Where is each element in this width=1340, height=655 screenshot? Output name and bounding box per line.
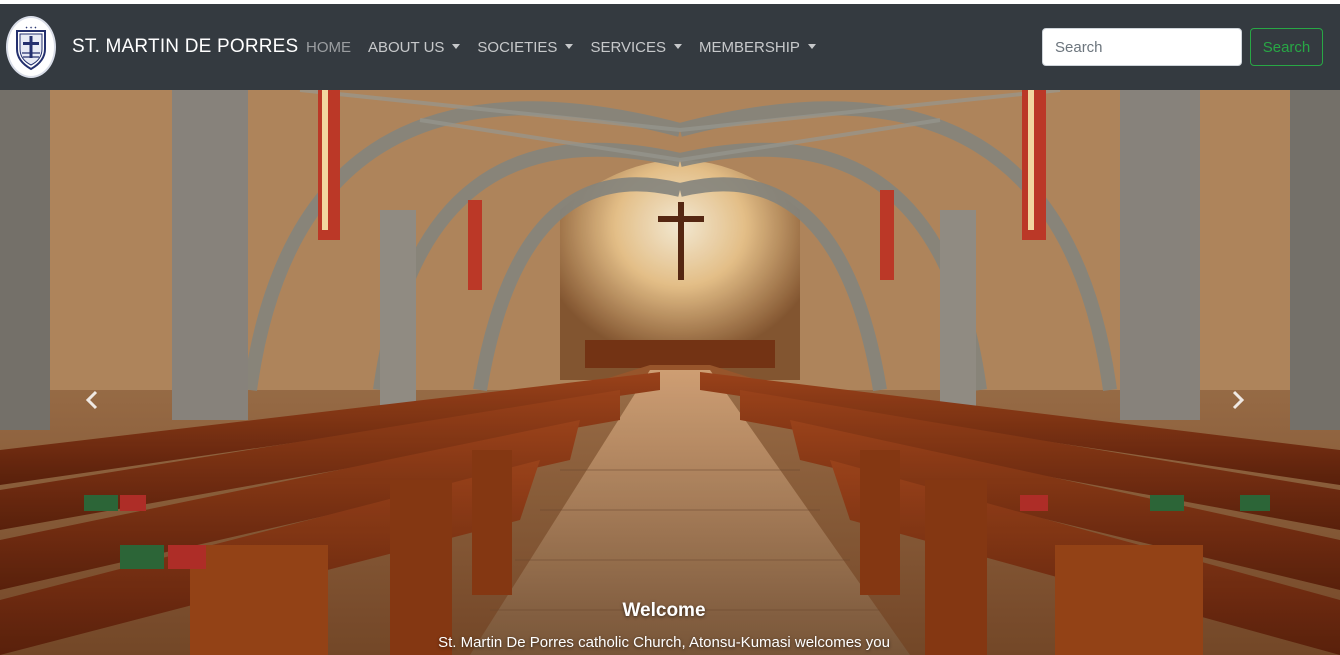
chevron-right-icon	[1232, 390, 1245, 410]
nav-services[interactable]: SERVICES	[590, 39, 683, 56]
nav-membership-label: MEMBERSHIP	[699, 39, 800, 56]
caret-down-icon	[807, 44, 816, 49]
search-button[interactable]: Search	[1250, 28, 1323, 66]
search-input[interactable]	[1042, 28, 1242, 66]
caret-down-icon	[674, 44, 683, 49]
caret-down-icon	[452, 44, 461, 49]
church-interior-image	[0, 90, 1340, 655]
nav-about-us[interactable]: ABOUT US	[368, 39, 461, 56]
carousel-next-button[interactable]	[1226, 388, 1250, 412]
crest-icon: ✦ ✦ ✦	[16, 25, 46, 71]
caret-down-icon	[565, 44, 574, 49]
church-logo[interactable]: ✦ ✦ ✦	[6, 16, 56, 78]
chevron-left-icon	[85, 390, 98, 410]
carousel-caption-text: St. Martin De Porres catholic Church, At…	[438, 634, 890, 651]
nav-about-us-label: ABOUT US	[368, 39, 445, 56]
nav-services-label: SERVICES	[590, 39, 667, 56]
brand-name[interactable]: ST. MARTIN DE PORRES	[72, 36, 298, 58]
svg-text:✦ ✦ ✦: ✦ ✦ ✦	[25, 25, 38, 30]
nav-societies[interactable]: SOCIETIES	[477, 39, 574, 56]
carousel-prev-button[interactable]	[80, 388, 104, 412]
nav-membership[interactable]: MEMBERSHIP	[699, 39, 816, 56]
nav-societies-label: SOCIETIES	[477, 39, 558, 56]
nav-home-label: HOME	[306, 39, 351, 56]
main-nav: HOME ABOUT US SOCIETIES SERVICES MEMBERS…	[306, 39, 833, 56]
hero-carousel: Welcome St. Martin De Porres catholic Ch…	[0, 90, 1340, 655]
carousel-caption-title: Welcome	[622, 600, 706, 621]
navbar: ✦ ✦ ✦ ST. MARTIN DE PORRES HOME ABOUT US…	[0, 4, 1340, 90]
nav-home[interactable]: HOME	[306, 39, 351, 56]
